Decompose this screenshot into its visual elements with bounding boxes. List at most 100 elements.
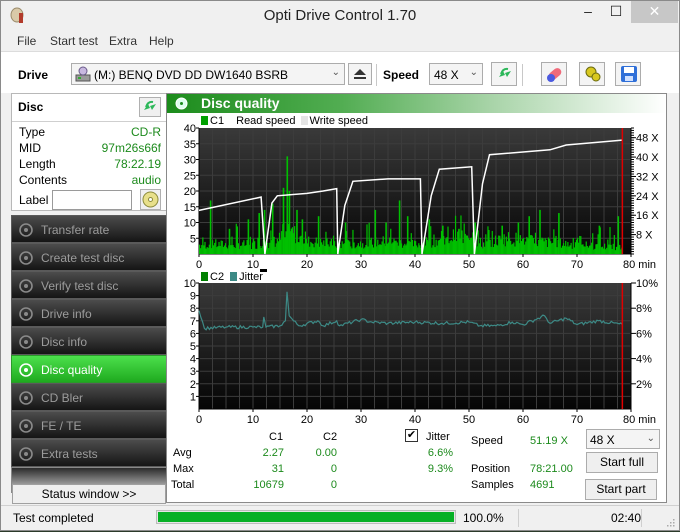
c1-spike bbox=[374, 209, 377, 254]
status-bar: Test completed 100.0% 02:40 bbox=[1, 505, 679, 530]
c1-bar bbox=[405, 245, 407, 254]
max-c1: 31 bbox=[271, 463, 284, 475]
c1-bar bbox=[620, 249, 622, 254]
c1-bar bbox=[543, 241, 545, 254]
jitter-checkbox[interactable]: ✔ bbox=[405, 429, 418, 442]
c1-spike bbox=[344, 222, 347, 254]
c1-bar bbox=[542, 238, 544, 254]
c1-bar bbox=[547, 237, 550, 254]
test-speed-select[interactable]: 48 X ⌄ bbox=[586, 429, 660, 449]
c1-spike bbox=[258, 213, 260, 254]
c1-bar bbox=[278, 232, 281, 254]
total-label: Total bbox=[171, 479, 195, 491]
c1-bar bbox=[579, 235, 581, 254]
c1-bar bbox=[281, 231, 283, 254]
c1-bar bbox=[564, 245, 566, 254]
c1-bar bbox=[440, 230, 443, 254]
c1-bar bbox=[351, 248, 353, 254]
c1-bar bbox=[334, 241, 336, 254]
c1-bar bbox=[554, 238, 556, 254]
y-tick-label: 25 bbox=[184, 170, 196, 182]
start-full-button[interactable]: Start full bbox=[586, 452, 658, 473]
c1-bar bbox=[321, 242, 323, 254]
c1-bar bbox=[217, 246, 219, 254]
c1-bar bbox=[535, 244, 538, 254]
c1-bar bbox=[275, 243, 277, 254]
c1-bar bbox=[327, 244, 329, 254]
c1-spike bbox=[617, 216, 620, 254]
c1-bar bbox=[565, 240, 567, 254]
c1-bar bbox=[432, 245, 434, 254]
c1-bar bbox=[583, 246, 585, 254]
c1-bar bbox=[452, 229, 454, 254]
c1-bar bbox=[377, 239, 379, 254]
c1-bar bbox=[372, 247, 375, 254]
app-window: Opti Drive Control 1.70 – ☐ ✕ File Start… bbox=[0, 0, 680, 531]
x-tick-label: 30 bbox=[355, 414, 367, 426]
c1-bar bbox=[553, 229, 555, 254]
c1-bar bbox=[357, 243, 359, 254]
c1-bar bbox=[311, 243, 313, 254]
max-jitter: 9.3% bbox=[427, 463, 453, 475]
c1-bar bbox=[382, 236, 384, 254]
c1-bar bbox=[408, 240, 410, 254]
c1-bar bbox=[230, 245, 232, 254]
c1-bar bbox=[609, 227, 611, 254]
y-tick-label: 2 bbox=[190, 379, 196, 391]
col-c1-header: C1 bbox=[269, 431, 284, 443]
c1-bar bbox=[560, 247, 562, 254]
c1-bar bbox=[589, 245, 592, 254]
c1-bar bbox=[541, 237, 543, 254]
c1-bar bbox=[606, 247, 608, 254]
charts-canvas: 5101520253035400 10 20 30 40 50 60 70 80 min8 X1… bbox=[184, 123, 660, 426]
c1-spike bbox=[317, 216, 320, 254]
c1-bar bbox=[397, 245, 399, 254]
c1-bar bbox=[314, 242, 316, 254]
y-tick-label: 3 bbox=[190, 366, 196, 378]
c1-bar bbox=[365, 245, 367, 254]
c1-bar bbox=[597, 234, 599, 254]
c1-bar bbox=[322, 244, 324, 254]
c1-bar bbox=[358, 246, 361, 254]
c1-bar bbox=[256, 248, 258, 254]
samples-value: 4691 bbox=[530, 479, 555, 491]
resize-grip-icon[interactable] bbox=[665, 517, 675, 527]
c1-bar bbox=[433, 234, 435, 254]
c1-bar bbox=[310, 241, 312, 254]
c1-bar bbox=[515, 232, 517, 254]
c1-bar bbox=[274, 246, 276, 254]
start-part-button[interactable]: Start part bbox=[585, 479, 657, 500]
c1-bar bbox=[608, 244, 610, 254]
c1-bar bbox=[213, 245, 215, 254]
c1-bar bbox=[489, 239, 491, 254]
c1-bar bbox=[307, 243, 309, 254]
c1-bar bbox=[461, 230, 463, 254]
c1-bar bbox=[305, 238, 308, 254]
c1-bar bbox=[437, 240, 439, 254]
c1-bar bbox=[218, 241, 220, 254]
c1-bar bbox=[424, 245, 426, 254]
c1-bar bbox=[469, 239, 471, 254]
c1-bar bbox=[438, 240, 440, 254]
x-tick-label: 0 bbox=[196, 259, 202, 271]
c1-bar bbox=[243, 240, 245, 254]
c1-bar bbox=[378, 245, 380, 254]
c1-bar bbox=[570, 242, 572, 254]
c1-bar bbox=[470, 237, 472, 254]
status-divider bbox=[518, 509, 519, 527]
c1-bar bbox=[605, 249, 607, 254]
c1-bar bbox=[316, 243, 318, 254]
c1-bar bbox=[506, 241, 508, 254]
c1-bar bbox=[487, 226, 489, 254]
c1-bar bbox=[319, 238, 322, 254]
c1-bar bbox=[578, 242, 580, 254]
c1-bar bbox=[409, 241, 411, 254]
c1-bar bbox=[511, 244, 513, 254]
c1-bar bbox=[611, 248, 613, 254]
c1-bar bbox=[211, 240, 214, 254]
c1-bar bbox=[514, 246, 516, 254]
c1-bar bbox=[534, 232, 537, 254]
c1-bar bbox=[216, 247, 218, 254]
c1-bar bbox=[516, 240, 518, 254]
c1-bar bbox=[199, 244, 201, 254]
